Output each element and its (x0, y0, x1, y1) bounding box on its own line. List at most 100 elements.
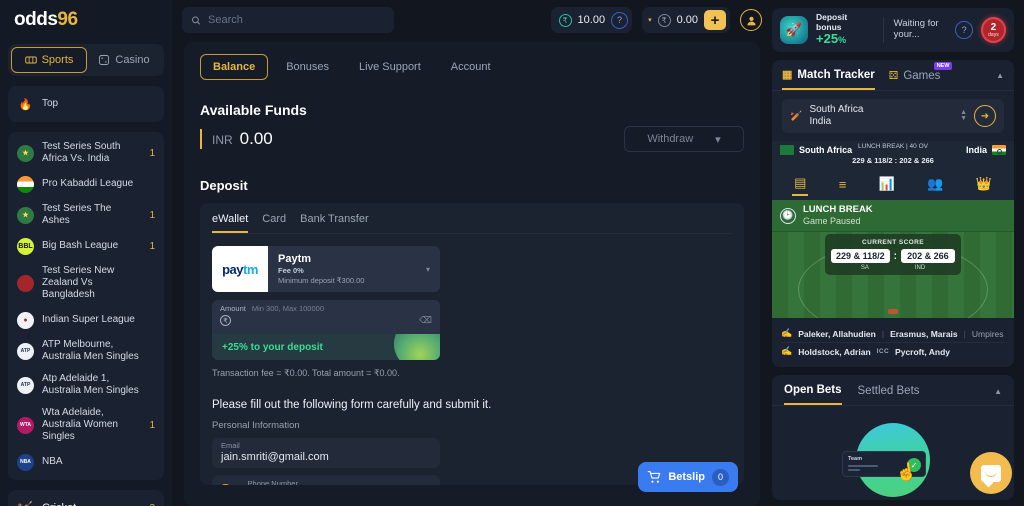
india-flag-icon (992, 145, 1006, 155)
phone-field[interactable]: ▾ Phone Number +91 (212, 475, 440, 485)
promo-days-label: days (988, 31, 999, 38)
score-abbr-b: IND (914, 265, 926, 271)
mode-button-sports[interactable]: Sports (11, 47, 87, 73)
promo-text: Deposit bonus +25% (816, 11, 873, 47)
app-root: odds96 Sports Casino 🔥 Top ★ Test Series… (0, 0, 1024, 506)
main-balance-pill[interactable]: ▾ ₹ 0.00 + (642, 7, 730, 33)
paytm-logo-light: tm (243, 261, 258, 277)
tab-match-tracker[interactable]: ▦ Match Tracker (782, 68, 875, 90)
transaction-fee-note: Transaction fee = ₹0.00. Total amount = … (212, 368, 400, 378)
payment-provider-selector[interactable]: pay tm Paytm Fee 0% Minimum deposit ₹300.… (212, 246, 440, 292)
chevron-up-icon[interactable]: ▲ (994, 387, 1002, 403)
umpire-icon: ✍ (781, 328, 793, 338)
sidebar-item-event-label: Big Bash League (42, 240, 119, 251)
betslip-label: Betslip (668, 471, 705, 483)
betslip-count: 0 (712, 468, 729, 486)
nba-icon: NBA (17, 453, 34, 471)
lineups-icon[interactable]: 👥 (925, 176, 945, 195)
tab-settled-bets[interactable]: Settled Bets (858, 385, 920, 404)
bonus-help-button[interactable]: ? (611, 11, 629, 29)
sidebar-item-event[interactable]: NBA NBA (8, 448, 164, 476)
mode-button-sports-label: Sports (41, 54, 74, 66)
right-sidebar: 🚀 Deposit bonus +25% Waiting for your...… (772, 0, 1024, 506)
funds-amount: 0.00 (239, 129, 273, 148)
illustration-line (848, 465, 878, 467)
deposit-tab-ewallet[interactable]: eWallet (212, 213, 249, 233)
pitch-status-sub: Game Paused (803, 215, 861, 226)
promo-title: Deposit bonus (816, 11, 848, 32)
deposit-tab-bank-transfer[interactable]: Bank Transfer (300, 213, 368, 233)
deposit-tab-card[interactable]: Card (262, 213, 286, 233)
betslip-button[interactable]: Betslip 0 (638, 462, 738, 492)
sidebar-item-event[interactable]: ★ Test Series The Ashes 1 (8, 198, 164, 232)
chat-button[interactable] (970, 452, 1012, 494)
search-box[interactable] (182, 7, 394, 33)
trophy-icon[interactable]: 👑 (974, 176, 994, 195)
chevron-up-icon[interactable]: ▲ (996, 71, 1004, 87)
sidebar-item-event[interactable]: ● Indian Super League (8, 306, 164, 334)
pitch-status-text: LUNCH BREAK Game Paused (803, 204, 873, 226)
sidebar-category-cricket[interactable]: 🏏 Cricket 3 (8, 494, 164, 506)
cricket-bat-icon: 🏏 (17, 500, 34, 506)
sidebar-item-event[interactable]: Pro Kabaddi League (8, 170, 164, 198)
add-funds-button[interactable]: + (704, 10, 726, 30)
user-icon (746, 16, 756, 25)
personal-information-title: Personal Information (212, 420, 300, 431)
mode-button-casino[interactable]: Casino (87, 47, 161, 73)
wta-icon: WTA (17, 416, 34, 434)
cricket-badge-icon: ★ (17, 206, 34, 224)
logo[interactable]: odds96 (8, 0, 164, 40)
provider-minimum: Minimum deposit ₹300.00 (278, 276, 365, 285)
tab-account[interactable]: Account (439, 55, 503, 79)
rocket-icon: 🚀 (780, 16, 808, 44)
sidebar-item-event-label: Test Series New Zealand Vs Bangladesh (42, 265, 115, 300)
current-score-abbrs: SA IND (831, 265, 955, 271)
sidebar-item-top[interactable]: 🔥 Top (8, 90, 164, 118)
list-icon[interactable]: ≡ (837, 177, 849, 195)
tab-open-bets[interactable]: Open Bets (784, 384, 842, 405)
current-score-box: CURRENT SCORE 229 & 118/2 : 202 & 266 SA… (825, 234, 961, 275)
email-field-label: Email (221, 441, 240, 450)
sidebar-item-event[interactable]: ATP Atp Adelaide 1, Australia Men Single… (8, 368, 164, 402)
sidebar-item-event[interactable]: BBL Big Bash League 1 (8, 232, 164, 260)
match-selector[interactable]: 🏏 South Africa India ▲ ▼ ➜ (782, 99, 1004, 133)
spinner-icon[interactable]: ▲ ▼ (960, 109, 967, 123)
tab-games[interactable]: ⚄ Games NEW (889, 62, 953, 89)
bets-tabs: Open Bets Settled Bets ▲ (772, 375, 1014, 406)
promo-days-badge: 2 days (980, 17, 1006, 43)
promo-help-button[interactable]: ? (955, 21, 973, 39)
sidebar-item-event[interactable]: WTA Wta Adelaide, Australia Women Single… (8, 402, 164, 448)
left-sidebar: odds96 Sports Casino 🔥 Top ★ Test Series… (0, 0, 172, 506)
divider (882, 17, 884, 43)
clear-icon[interactable]: ⌫ (419, 315, 432, 326)
pitch-status-title: LUNCH BREAK (803, 204, 873, 215)
arrow-right-icon[interactable]: ➜ (974, 105, 996, 127)
search-input[interactable] (208, 14, 385, 26)
pitch-icon[interactable]: ▤ (792, 175, 809, 196)
match-selector-team-b: India (809, 116, 832, 127)
withdraw-button[interactable]: Withdraw ▾ (624, 126, 744, 152)
deposit-bonus-text: +25% to your deposit (222, 341, 323, 353)
bonus-balance-pill[interactable]: ₹ 10.00 ? (550, 7, 633, 33)
chevron-down-icon[interactable]: ▾ (426, 265, 440, 274)
scoreline-team-a-name: South Africa (799, 145, 853, 155)
sidebar-item-event[interactable]: ATP ATP Melbourne, Australia Men Singles (8, 334, 164, 368)
tracker-icon: ▦ (782, 69, 793, 81)
tab-bonuses[interactable]: Bonuses (274, 55, 341, 79)
india-flag-icon (17, 175, 34, 193)
amount-field[interactable]: Amount Min 300, Max 100000 ₹ ⌫ (212, 300, 440, 334)
tab-balance[interactable]: Balance (200, 54, 269, 80)
deposit-bonus-promo[interactable]: 🚀 Deposit bonus +25% Waiting for your...… (772, 8, 1014, 52)
tracker-icon-row: ▤ ≡ 📊 👥 👑 (772, 170, 1014, 200)
promo-value-number: +25 (816, 31, 839, 47)
stats-icon[interactable]: 📊 (877, 176, 897, 195)
account-avatar-button[interactable] (740, 9, 762, 31)
separator: | (881, 328, 885, 339)
tab-live-support[interactable]: Live Support (347, 55, 433, 79)
chevron-down-icon[interactable]: ▾ (648, 16, 652, 24)
email-field[interactable]: Email jain.smriti@gmail.com (212, 438, 440, 468)
sidebar-item-event[interactable]: Test Series New Zealand Vs Bangladesh (8, 260, 164, 306)
sidebar-item-event[interactable]: ★ Test Series South Africa Vs. India 1 (8, 136, 164, 170)
rupee-icon: ₹ (657, 13, 671, 27)
atp-icon: ATP (17, 342, 34, 360)
